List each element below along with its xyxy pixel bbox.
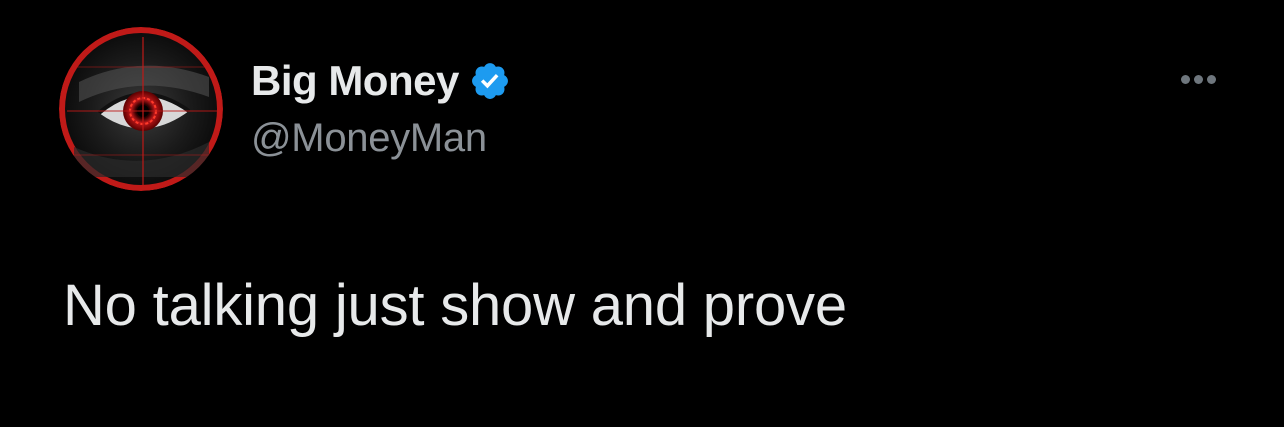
avatar[interactable] (59, 27, 223, 191)
more-options-button[interactable] (1170, 64, 1226, 94)
author-name-row: Big Money (251, 56, 511, 106)
more-options-icon (1180, 74, 1190, 84)
more-options-icon (1206, 74, 1216, 84)
author-display-name[interactable]: Big Money (251, 57, 459, 105)
red-eye-avatar-icon (59, 27, 223, 191)
author-handle[interactable]: @MoneyMan (251, 116, 487, 161)
verified-badge-icon (469, 60, 511, 102)
tweet-card: Big Money @MoneyMan No talking just show… (0, 0, 1284, 427)
tweet-text: No talking just show and prove (63, 273, 847, 338)
more-options-icon (1193, 74, 1203, 84)
